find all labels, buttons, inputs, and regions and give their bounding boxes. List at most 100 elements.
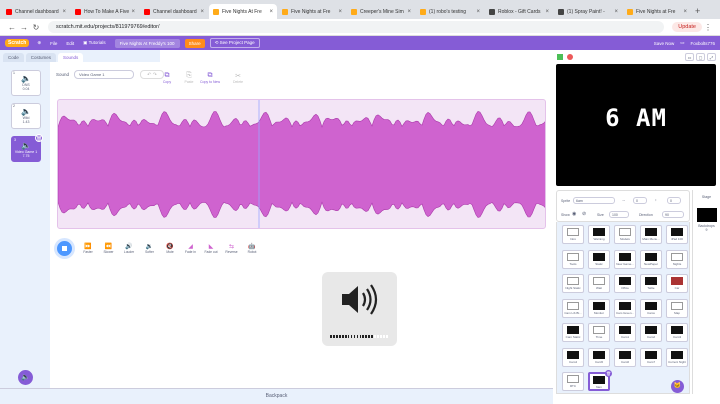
slower-effect-button[interactable]: ⏪ Slower: [100, 243, 118, 254]
direction-input[interactable]: 90: [662, 211, 684, 218]
close-tab-icon[interactable]: ×: [62, 9, 66, 15]
browser-tab[interactable]: (1) Spray Paint! - ×: [554, 4, 622, 19]
reload-icon[interactable]: ↻: [30, 23, 42, 32]
sound-item-selected[interactable]: 3 🔈 Video Game 1 7.75 🗑: [11, 134, 43, 162]
softer-effect-button[interactable]: 🔉 Softer: [141, 243, 159, 254]
browser-tab[interactable]: (1) robo's testing ×: [416, 4, 484, 19]
stop-button[interactable]: [57, 241, 72, 256]
browser-tab[interactable]: Roblox - Gift Cards ×: [485, 4, 553, 19]
fade-in-effect-button[interactable]: ◢ Fade in: [182, 243, 200, 254]
x-input[interactable]: 0: [633, 197, 647, 204]
globe-icon[interactable]: ⊕: [37, 40, 41, 46]
small-stage-icon[interactable]: ▭: [685, 52, 694, 61]
tab-costumes[interactable]: Costumes: [25, 53, 57, 62]
browser-tab[interactable]: Creeper's Mine Sim ×: [347, 4, 415, 19]
delete-button[interactable]: ✂ Delete: [227, 72, 249, 84]
sprite-thumbnail[interactable]: Wait: [588, 274, 610, 293]
close-tab-icon[interactable]: ×: [269, 9, 273, 15]
close-tab-icon[interactable]: ×: [407, 9, 411, 15]
delete-sprite-icon[interactable]: 🗑: [605, 370, 612, 377]
paste-button[interactable]: ⎘ Paste: [178, 72, 200, 84]
browser-tab[interactable]: Channel dashboard ×: [140, 4, 208, 19]
add-sound-button[interactable]: 🔈: [18, 370, 33, 385]
sprite-thumbnail[interactable]: NewPaper: [640, 249, 662, 269]
sprite-thumbnail[interactable]: Cam1: [614, 323, 636, 342]
url-field[interactable]: scratch.mit.edu/projects/811979769/edito…: [48, 21, 665, 33]
sprite-thumbnail[interactable]: 6am 🗑: [588, 370, 612, 391]
close-tab-icon[interactable]: ×: [545, 9, 549, 15]
sprite-thumbnail[interactable]: Static: [588, 249, 610, 269]
faster-effect-button[interactable]: ⏩ Faster: [79, 243, 97, 254]
sprite-thumbnail[interactable]: Table: [640, 274, 662, 293]
sprite-thumbnail[interactable]: Tools: [562, 249, 584, 269]
sprite-thumbnail[interactable]: Cam5: [588, 347, 610, 367]
sprite-thumbnail[interactable]: Cam3: [666, 323, 688, 342]
sprite-thumbnail[interactable]: Office: [614, 274, 636, 293]
large-stage-icon[interactable]: ▢: [696, 52, 705, 61]
robot-effect-button[interactable]: 🤖 Robot: [243, 243, 261, 254]
tab-code[interactable]: Code: [3, 53, 24, 62]
sound-item[interactable]: 2 🔈 Wild 1.43: [11, 103, 41, 129]
scratch-logo[interactable]: Scratch: [5, 39, 30, 47]
user-menu[interactable]: Foxbolts776: [690, 41, 715, 46]
size-input[interactable]: 100: [609, 211, 629, 218]
add-sprite-button[interactable]: 🐱: [671, 380, 684, 393]
browser-tab[interactable]: Five Nights at Fre ×: [623, 4, 691, 19]
stop-sign-icon[interactable]: [567, 53, 573, 60]
louder-effect-button[interactable]: 🔊 Louder: [120, 243, 138, 254]
fade-out-effect-button[interactable]: ◣ Fade out: [202, 243, 220, 254]
browser-tab[interactable]: Five Nights At Fre ×: [209, 4, 277, 19]
sprite-thumbnail[interactable]: Warning: [588, 225, 610, 244]
sprite-thumbnail[interactable]: iPad 100: [666, 225, 688, 244]
copy-button[interactable]: ⧉ Copy: [156, 72, 178, 84]
sprite-thumbnail[interactable]: Cam7: [640, 347, 662, 367]
project-title-input[interactable]: Five Nights At Freddy's 100: [114, 38, 180, 48]
backpack-bar[interactable]: Backpack: [0, 388, 553, 404]
sprite-thumbnail[interactable]: Intro: [562, 225, 584, 244]
sprite-thumbnail[interactable]: New Game...: [614, 249, 636, 269]
close-tab-icon[interactable]: ×: [683, 9, 687, 15]
hide-visible-icon[interactable]: ⊘: [582, 211, 586, 217]
save-now-button[interactable]: Save Now: [654, 41, 675, 46]
sprite-thumbnail[interactable]: Cam Lib Bt...: [562, 298, 584, 318]
close-tab-icon[interactable]: ×: [131, 9, 135, 15]
file-menu[interactable]: File: [50, 41, 57, 46]
tab-sounds[interactable]: Sounds: [58, 53, 84, 62]
sprite-thumbnail[interactable]: Cams: [640, 298, 662, 318]
close-tab-icon[interactable]: ×: [476, 9, 480, 15]
browser-tab[interactable]: Channel dashboard ×: [2, 4, 70, 19]
sound-item[interactable]: 1 🔈 DNS 0.04: [11, 70, 41, 96]
y-input[interactable]: 0: [667, 197, 681, 204]
sound-name-input[interactable]: Video Game 1: [74, 70, 135, 79]
browser-tab[interactable]: Five Nights at Fre ×: [278, 4, 346, 19]
sprite-thumbnail[interactable]: Night Static: [562, 274, 584, 293]
sprite-thumbnail[interactable]: Monitor: [588, 298, 610, 318]
sprite-thumbnail[interactable]: Current Night: [666, 347, 688, 367]
reverse-effect-button[interactable]: ⇆ Reverse: [223, 243, 241, 254]
back-icon[interactable]: ←: [6, 23, 18, 32]
see-project-page-button[interactable]: ⟲ See Project Page: [209, 38, 260, 48]
mute-effect-button[interactable]: 🔇 Mute: [161, 243, 179, 254]
stage-selector[interactable]: Stage Backdrops 9: [692, 190, 720, 394]
green-flag-icon[interactable]: [557, 53, 563, 60]
sprite-thumbnail[interactable]: Map: [666, 298, 688, 318]
sprite-thumbnail[interactable]: Car: [666, 274, 688, 293]
close-tab-icon[interactable]: ×: [200, 9, 204, 15]
sprite-thumbnail[interactable]: Cam6: [614, 347, 636, 367]
sprite-thumbnail[interactable]: Models: [614, 225, 636, 244]
sprite-thumbnail[interactable]: Cam4: [562, 347, 584, 367]
forward-icon[interactable]: →: [18, 23, 30, 32]
sprite-thumbnail[interactable]: Cam2: [640, 323, 662, 342]
close-tab-icon[interactable]: ×: [338, 9, 342, 15]
sprite-thumbnail[interactable]: Cam Static: [562, 323, 584, 342]
sprite-thumbnail[interactable]: RTC: [562, 372, 584, 391]
update-button[interactable]: Update: [672, 22, 702, 32]
share-button[interactable]: Share: [184, 38, 205, 48]
sprite-name-input[interactable]: 6am: [573, 197, 615, 204]
my-stuff-icon[interactable]: ▭: [680, 40, 684, 46]
stage-canvas[interactable]: 6 AM: [556, 64, 716, 186]
close-tab-icon[interactable]: ×: [614, 9, 618, 15]
sprite-thumbnail[interactable]: Time: [588, 323, 610, 342]
sprite-thumbnail[interactable]: Main Menu...: [640, 225, 662, 244]
more-menu-icon[interactable]: ⋮: [702, 23, 714, 32]
